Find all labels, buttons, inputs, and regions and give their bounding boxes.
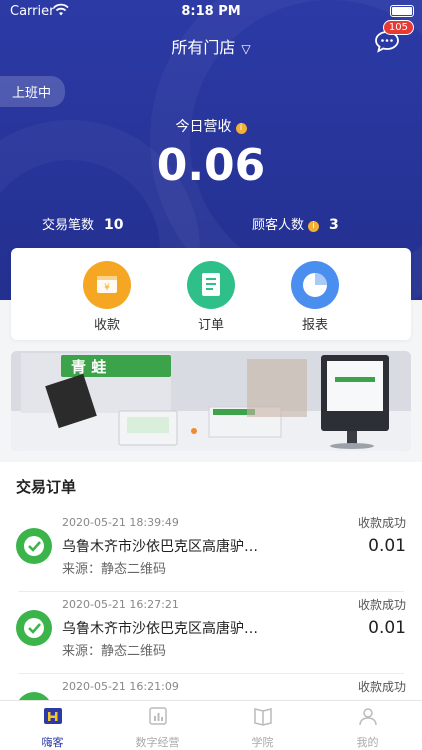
book-icon [253,708,272,726]
tab-digital-business[interactable]: 数字经营 [105,705,210,750]
quick-action-orders[interactable]: 订单 [171,261,251,333]
battery-icon [390,5,414,17]
order-time: 2020-05-21 16:21:09 [62,680,179,693]
svg-text:¥: ¥ [104,283,110,293]
wechat-pay-icon [16,692,52,700]
wechat-pay-icon [16,610,52,646]
quick-actions-card: ¥ 收款 订单 报表 [11,248,411,340]
tab-bar: 嗨客 数字经营 学院 我的 [0,700,422,750]
chevron-down-icon: ▽ [241,42,251,56]
pie-chart-icon [291,261,339,309]
stat-label: 交易笔数 [42,218,95,233]
wallet-icon: ¥ [83,261,131,309]
revenue-value: 0.06 [156,140,266,191]
tab-label: 我的 [356,736,379,749]
quick-action-label: 收款 [93,318,120,333]
tab-label: 数字经营 [135,736,180,749]
list-item[interactable]: 2020-05-21 16:27:21 乌鲁木齐市沙依巴克区高唐驴… 来源：静态… [0,592,422,674]
wechat-pay-icon [16,528,52,564]
order-time: 2020-05-21 16:27:21 [62,598,179,611]
orders-section-title: 交易订单 [0,462,422,510]
duty-status-badge[interactable]: 上班中 [0,76,66,107]
banner-page-indicator [191,428,197,434]
list-item[interactable]: 2020-05-21 18:39:49 乌鲁木齐市沙依巴克区高唐驴… 来源：静态… [0,510,422,592]
order-amount: 0.01 [368,536,406,556]
revenue-label: 今日营收 i [0,116,422,136]
user-icon [358,708,377,726]
quick-action-reports[interactable]: 报表 [275,261,355,333]
store-selector-label: 所有门店 [171,38,236,57]
stat-label: 顾客人数 [252,218,305,233]
promo-banner[interactable]: 青 蛙 [11,351,411,451]
quick-action-label: 订单 [197,318,224,333]
info-icon[interactable]: i [235,123,247,134]
tab-academy[interactable]: 学院 [210,705,315,750]
tab-label: 嗨客 [41,736,64,749]
stat-value: 10 [104,217,124,233]
order-address: 乌鲁木齐市沙依巴克区高唐驴… [62,539,258,555]
order-address: 乌鲁木齐市沙依巴克区高唐驴… [62,621,258,637]
order-status: 收款成功 [357,516,406,530]
order-list-icon [187,261,235,309]
quick-action-collect[interactable]: ¥ 收款 [67,261,147,333]
info-icon[interactable]: i [308,221,320,232]
stat-customers: 顾客人数 i 3 [252,214,339,233]
clock: 8:18 PM [181,4,241,19]
order-source: 来源：静态二维码 [62,644,167,659]
quick-action-label: 报表 [301,318,328,333]
order-status: 收款成功 [357,680,406,694]
banner-brand-text: 青 蛙 [71,358,107,376]
tab-label: 学院 [251,736,274,749]
stat-transactions: 交易笔数 10 [42,214,124,233]
bar-chart-icon [148,707,167,725]
status-bar: Carrier 8:18 PM [0,0,422,24]
order-status: 收款成功 [357,598,406,612]
order-source: 来源：静态二维码 [62,562,167,577]
list-item[interactable]: 2020-05-21 16:21:09 收款成功 [0,674,422,700]
order-list: 2020-05-21 18:39:49 乌鲁木齐市沙依巴克区高唐驴… 来源：静态… [0,510,422,700]
order-amount: 0.01 [368,618,406,638]
tab-home[interactable]: 嗨客 [0,705,105,750]
message-badge: 105 [382,20,414,35]
store-selector[interactable]: 所有门店 ▽ [0,34,422,58]
stat-value: 3 [329,217,339,233]
home-icon [43,708,62,724]
order-time: 2020-05-21 18:39:49 [62,516,179,529]
revenue-label-text: 今日营收 [175,119,232,135]
tab-profile[interactable]: 我的 [315,705,420,750]
